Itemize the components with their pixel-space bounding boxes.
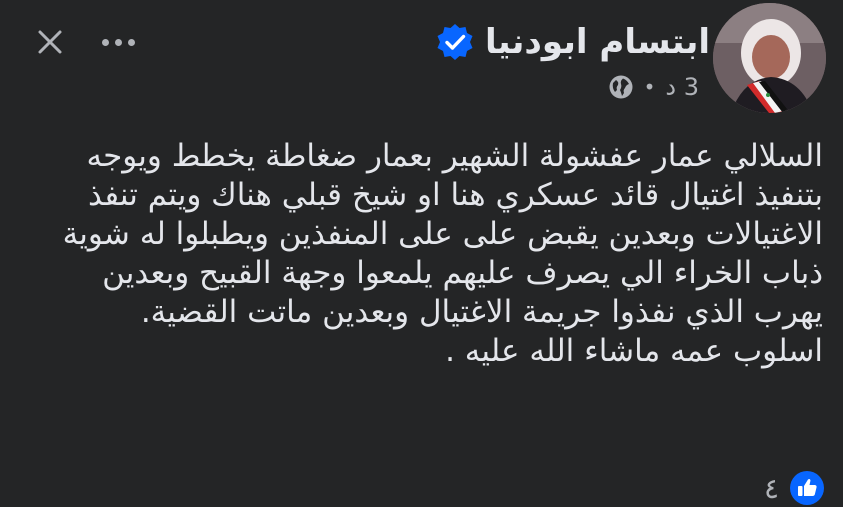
meta-separator: • [643, 75, 656, 99]
post-meta: • 3 د [608, 70, 699, 104]
more-options-button[interactable] [92, 24, 144, 60]
verified-badge-icon [437, 24, 473, 60]
author-name[interactable]: ابتسام ابودنيا [485, 22, 710, 62]
post-paragraph: اسلوب عمه ماشاء الله عليه . [445, 333, 823, 369]
reaction-count[interactable]: ٤ [764, 472, 779, 505]
close-icon [38, 30, 62, 54]
author-row: ابتسام ابودنيا [435, 16, 710, 68]
close-button[interactable] [32, 24, 68, 60]
like-icon [790, 471, 824, 505]
post-card: ابتسام ابودنيا • 3 د السلالي عمار عفشولة… [0, 0, 843, 507]
more-options-icon [101, 38, 109, 46]
reactions-bar[interactable]: ٤ [764, 470, 825, 506]
post-text: السلالي عمار عفشولة الشهير بعمار ضغاطة ي… [60, 137, 823, 371]
avatar-image [713, 3, 826, 113]
post-timestamp[interactable]: 3 د [665, 73, 699, 101]
post-paragraph: السلالي عمار عفشولة الشهير بعمار ضغاطة ي… [62, 138, 823, 330]
avatar[interactable] [713, 3, 826, 113]
globe-icon[interactable] [608, 74, 634, 100]
